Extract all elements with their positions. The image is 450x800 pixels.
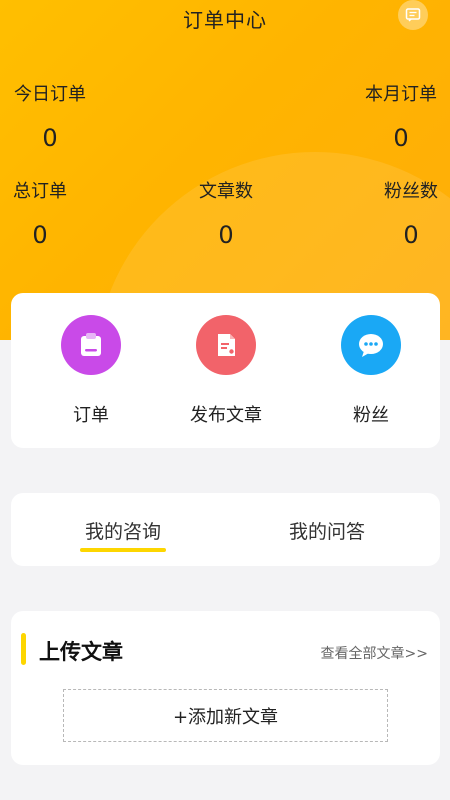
stat-value: 0 bbox=[403, 221, 419, 249]
chat-bubble-icon bbox=[341, 315, 401, 375]
stat-fans: 粉丝数 0 bbox=[382, 177, 440, 249]
stat-value: 0 bbox=[218, 221, 234, 249]
clipboard-icon bbox=[61, 315, 121, 375]
stat-value: 0 bbox=[32, 221, 48, 249]
stat-label: 总订单 bbox=[13, 181, 67, 202]
stat-month-orders: 本月订单 0 bbox=[362, 80, 440, 152]
view-all-articles-link[interactable]: 查看全部文章>> bbox=[321, 643, 428, 663]
active-tab-indicator bbox=[80, 548, 166, 552]
stat-total-orders: 总订单 0 bbox=[11, 177, 69, 249]
message-button[interactable] bbox=[398, 0, 428, 30]
quick-action-fans[interactable]: 粉丝 bbox=[311, 315, 431, 427]
stat-label: 粉丝数 bbox=[384, 181, 438, 202]
stat-today-orders: 今日订单 0 bbox=[11, 80, 89, 152]
message-icon bbox=[405, 8, 421, 22]
stat-value: 0 bbox=[42, 124, 58, 152]
quick-action-orders[interactable]: 订单 bbox=[31, 315, 151, 427]
quick-actions-card: 订单 发布文章 粉丝 bbox=[11, 293, 440, 448]
section-accent-bar bbox=[21, 633, 26, 665]
section-title: 上传文章 bbox=[39, 640, 123, 664]
tab-bar: 我的咨询 我的问答 bbox=[11, 493, 440, 566]
stat-value: 0 bbox=[393, 124, 409, 152]
quick-action-label: 粉丝 bbox=[353, 405, 389, 426]
tab-my-qa[interactable]: 我的问答 bbox=[287, 517, 367, 544]
articles-section: 上传文章 查看全部文章>> +添加新文章 bbox=[11, 611, 440, 765]
page-title: 订单中心 bbox=[183, 8, 267, 32]
stat-label: 本月订单 bbox=[365, 84, 437, 105]
quick-action-label: 发布文章 bbox=[190, 405, 262, 426]
stat-label: 文章数 bbox=[199, 181, 253, 202]
quick-action-publish[interactable]: 发布文章 bbox=[166, 315, 286, 427]
tab-my-consultations[interactable]: 我的咨询 bbox=[83, 517, 163, 544]
document-icon bbox=[196, 315, 256, 375]
quick-action-label: 订单 bbox=[73, 405, 109, 426]
add-article-button[interactable]: +添加新文章 bbox=[63, 689, 388, 742]
stat-label: 今日订单 bbox=[14, 84, 86, 105]
header-banner: 订单中心 今日订单 0 本月订单 0 总订单 0 文章数 0 粉丝数 0 bbox=[0, 0, 450, 340]
stat-articles: 文章数 0 bbox=[196, 177, 256, 249]
